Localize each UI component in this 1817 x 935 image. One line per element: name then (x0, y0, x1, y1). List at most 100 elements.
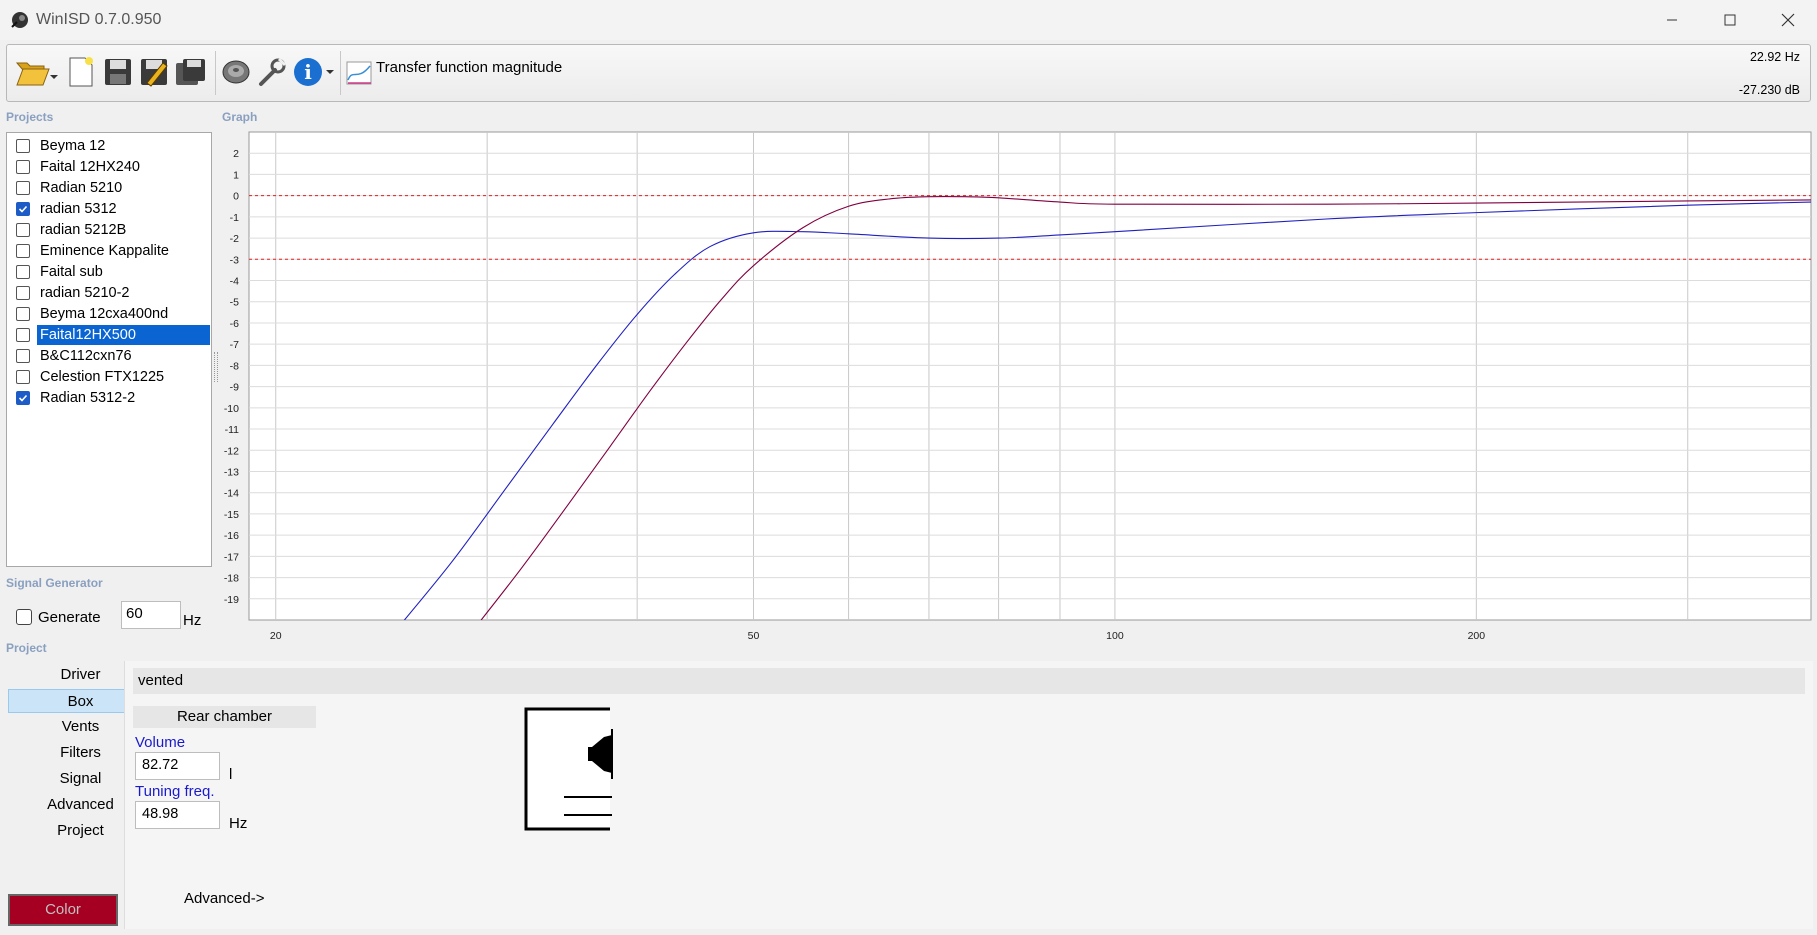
project-section-label: Project (6, 641, 47, 655)
y-tick-label: -19 (224, 594, 239, 606)
toolbar-separator (215, 51, 216, 95)
project-label: Radian 5312-2 (40, 390, 136, 406)
project-item[interactable]: radian 5312 (10, 199, 210, 219)
project-label: Faital sub (40, 264, 103, 280)
volume-input[interactable]: 82.72 (135, 752, 220, 780)
checkmark-icon (18, 205, 28, 213)
volume-unit: l (229, 766, 233, 783)
generate-label: Generate (38, 608, 101, 626)
maximize-icon (1724, 14, 1736, 26)
new-project-button[interactable] (67, 52, 95, 92)
color-button[interactable]: Color (8, 894, 118, 926)
signal-generator-section-label: Signal Generator (6, 576, 103, 590)
y-tick-label: -13 (224, 466, 239, 478)
y-tick-label: -2 (230, 233, 239, 245)
project-checkbox[interactable] (16, 244, 30, 258)
project-checkbox[interactable] (16, 223, 30, 237)
project-item[interactable]: Eminence Kappalite (10, 241, 210, 261)
help-menu-button[interactable]: i (293, 52, 335, 92)
y-tick-label: -1 (230, 212, 239, 224)
save-icon (105, 59, 131, 85)
project-item[interactable]: Radian 5312-2 (10, 388, 210, 408)
project-checkbox[interactable] (16, 349, 30, 363)
plot-area (248, 131, 1812, 621)
save-button[interactable] (103, 52, 135, 92)
project-checkbox[interactable] (16, 181, 30, 195)
options-button[interactable] (257, 52, 289, 92)
close-button[interactable] (1759, 0, 1817, 40)
y-tick-label: -6 (230, 318, 239, 330)
project-item[interactable]: B&C112cxn76 (10, 346, 210, 366)
project-checkbox[interactable] (16, 265, 30, 279)
box-type-selector[interactable]: vented (133, 668, 1805, 694)
x-tick-label: 50 (748, 630, 760, 642)
y-tick-label: 2 (233, 148, 239, 160)
project-item[interactable]: Faital12HX500 (10, 325, 210, 345)
project-checkbox[interactable] (16, 307, 30, 321)
y-tick-label: -10 (224, 403, 239, 415)
y-tick-label: -7 (230, 339, 239, 351)
maximize-button[interactable] (1701, 0, 1759, 40)
new-document-icon (69, 57, 93, 87)
wrench-icon (259, 57, 287, 86)
projects-section-label: Projects (6, 110, 54, 124)
tuning-freq-input[interactable]: 48.98 (135, 801, 220, 829)
driver-editor-button[interactable] (221, 52, 253, 92)
y-tick-label: -8 (230, 360, 239, 372)
window-title: WinISD 0.7.0.950 (36, 11, 162, 28)
project-checkbox[interactable] (16, 202, 30, 216)
driver-icon (222, 60, 250, 84)
project-label: Beyma 12cxa400nd (40, 306, 169, 322)
project-label: Beyma 12 (40, 138, 106, 154)
open-folder-icon (15, 62, 58, 86)
x-tick-label: 200 (1468, 630, 1486, 642)
toolbar: i Transfer function magnitude 22.92 Hz -… (6, 44, 1811, 102)
project-label: B&C112cxn76 (40, 348, 132, 364)
y-tick-label: 1 (233, 169, 239, 181)
generate-checkbox-box[interactable] (16, 609, 32, 625)
y-tick-label: -5 (230, 297, 239, 309)
y-tick-label: -12 (224, 445, 239, 457)
project-checkbox[interactable] (16, 139, 30, 153)
project-item[interactable]: Faital sub (10, 262, 210, 282)
project-item[interactable]: radian 5210-2 (10, 283, 210, 303)
project-label: Radian 5210 (40, 180, 123, 196)
project-item[interactable]: Celestion FTX1225 (10, 367, 210, 387)
cursor-frequency-readout: 22.92 Hz (1749, 50, 1800, 64)
signal-frequency-input[interactable]: 60 (121, 601, 181, 629)
project-label: radian 5210-2 (40, 285, 130, 301)
graph-type-button[interactable] (345, 52, 373, 92)
project-item[interactable]: Beyma 12cxa400nd (10, 304, 210, 324)
title-bar: WinISD 0.7.0.950 (0, 0, 1817, 40)
checkmark-icon (18, 394, 28, 402)
y-tick-label: -15 (224, 509, 239, 521)
project-item[interactable]: Radian 5210 (10, 178, 210, 198)
project-checkbox[interactable] (16, 286, 30, 300)
project-item[interactable]: Beyma 12 (10, 136, 210, 156)
transfer-function-graph[interactable]: 2 1 0 -1 -2 -3 -4 -5 -6 -7 -8 -9 -10 -11 -12 -13 -14 -15 -… (215, 128, 1815, 648)
project-label: radian 5212B (40, 222, 127, 238)
project-checkbox[interactable] (16, 370, 30, 384)
y-tick-label: -16 (224, 530, 239, 542)
project-checkbox[interactable] (16, 391, 30, 405)
advanced-link[interactable]: Advanced-> (184, 890, 264, 907)
splitter-handle[interactable] (214, 352, 218, 382)
vented-box-diagram (524, 707, 614, 831)
project-label: Faital12HX500 (37, 325, 210, 345)
y-tick-label: -17 (224, 551, 239, 563)
winisd-app-icon (11, 12, 28, 28)
project-item[interactable]: radian 5212B (10, 220, 210, 240)
save-as-icon (141, 59, 168, 87)
save-as-button[interactable] (139, 52, 171, 92)
y-tick-label: -9 (230, 382, 239, 394)
graph-type-label[interactable]: Transfer function magnitude (376, 59, 562, 76)
project-label: Faital 12HX240 (40, 159, 140, 175)
save-all-button[interactable] (175, 52, 209, 92)
project-checkbox[interactable] (16, 160, 30, 174)
minimize-button[interactable] (1643, 0, 1701, 40)
project-label: radian 5312 (40, 201, 117, 217)
open-project-button[interactable] (15, 52, 59, 92)
project-item[interactable]: Faital 12HX240 (10, 157, 210, 177)
generate-checkbox[interactable]: Generate (16, 606, 101, 628)
project-checkbox[interactable] (16, 328, 30, 342)
